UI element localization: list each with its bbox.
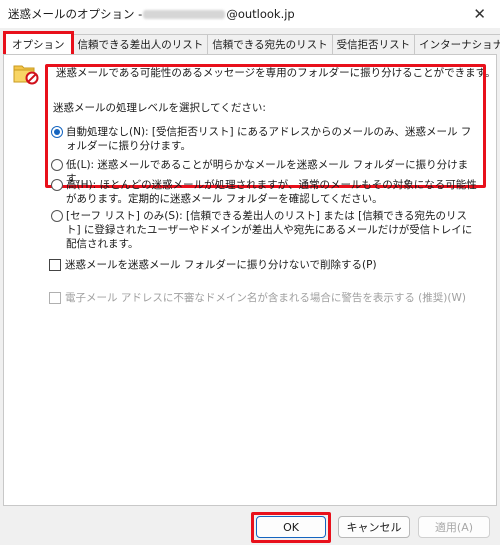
tab-options-label: オプション [12,38,65,51]
delete-junk-checkbox-row[interactable]: 迷惑メールを迷惑メール フォルダーに振り分けないで削除する(P) [49,257,377,272]
ok-button[interactable]: OK [256,516,326,538]
tab-safe-recipients-label: 信頼できる宛先のリスト [212,39,328,51]
tab-international-label: インターナショナル [419,39,500,51]
title-bar: 迷惑メールのオプション - @outlook.jp ✕ [0,0,500,28]
tab-strip: オプション 信頼できる差出人のリスト 信頼できる宛先のリスト 受信拒否リスト イ… [0,30,500,54]
radio-high[interactable]: 高(H): ほとんどの迷惑メールが処理されますが、通常のメールもその対象になる可… [51,178,481,206]
radio-button[interactable] [51,210,63,222]
window-title-suffix: @outlook.jp [226,7,295,21]
tab-options[interactable]: オプション [3,31,74,54]
radio-no-automatic-label: 自動処理なし(N): [受信拒否リスト] にあるアドレスからのメールのみ、迷惑メ… [66,126,472,152]
tab-safe-recipients[interactable]: 信頼できる宛先のリスト [207,34,333,54]
tab-safe-senders[interactable]: 信頼できる差出人のリスト [72,34,209,54]
cancel-button[interactable]: キャンセル [338,516,410,538]
tab-blocked-senders[interactable]: 受信拒否リスト [331,34,416,54]
radio-button[interactable] [51,179,63,191]
radio-button-checked[interactable] [51,126,63,138]
junk-mail-folder-icon [13,65,39,85]
radio-button[interactable] [51,159,63,171]
tab-blocked-senders-label: 受信拒否リスト [336,39,411,51]
delete-junk-checkbox[interactable] [49,258,61,271]
radio-safe-lists-only[interactable]: [セーフ リスト] のみ(S): [信頼できる差出人のリスト] または [信頼で… [51,209,481,251]
warn-domain-checkbox [49,291,61,304]
window-title-prefix: 迷惑メールのオプション - [8,7,143,21]
radio-safe-lists-only-label: [セーフ リスト] のみ(S): [信頼できる差出人のリスト] または [信頼で… [66,210,473,250]
tab-safe-senders-label: 信頼できる差出人のリスト [77,39,204,51]
delete-junk-label: 迷惑メールを迷惑メール フォルダーに振り分けないで削除する(P) [65,259,377,271]
tab-international[interactable]: インターナショナル [414,34,500,54]
close-icon[interactable]: ✕ [473,5,486,23]
radio-high-label: 高(H): ほとんどの迷惑メールが処理されますが、通常のメールもその対象になる可… [66,179,477,205]
apply-button: 適用(A) [418,516,490,538]
redacted-email-user [143,9,226,19]
warn-domain-checkbox-row: 電子メール アドレスに不審なドメイン名が含まれる場合に警告を表示する (推奨)(… [49,290,466,305]
radio-no-automatic[interactable]: 自動処理なし(N): [受信拒否リスト] にあるアドレスからのメールのみ、迷惑メ… [51,125,481,153]
warn-domain-label: 電子メール アドレスに不審なドメイン名が含まれる場合に警告を表示する (推奨)(… [65,292,466,304]
